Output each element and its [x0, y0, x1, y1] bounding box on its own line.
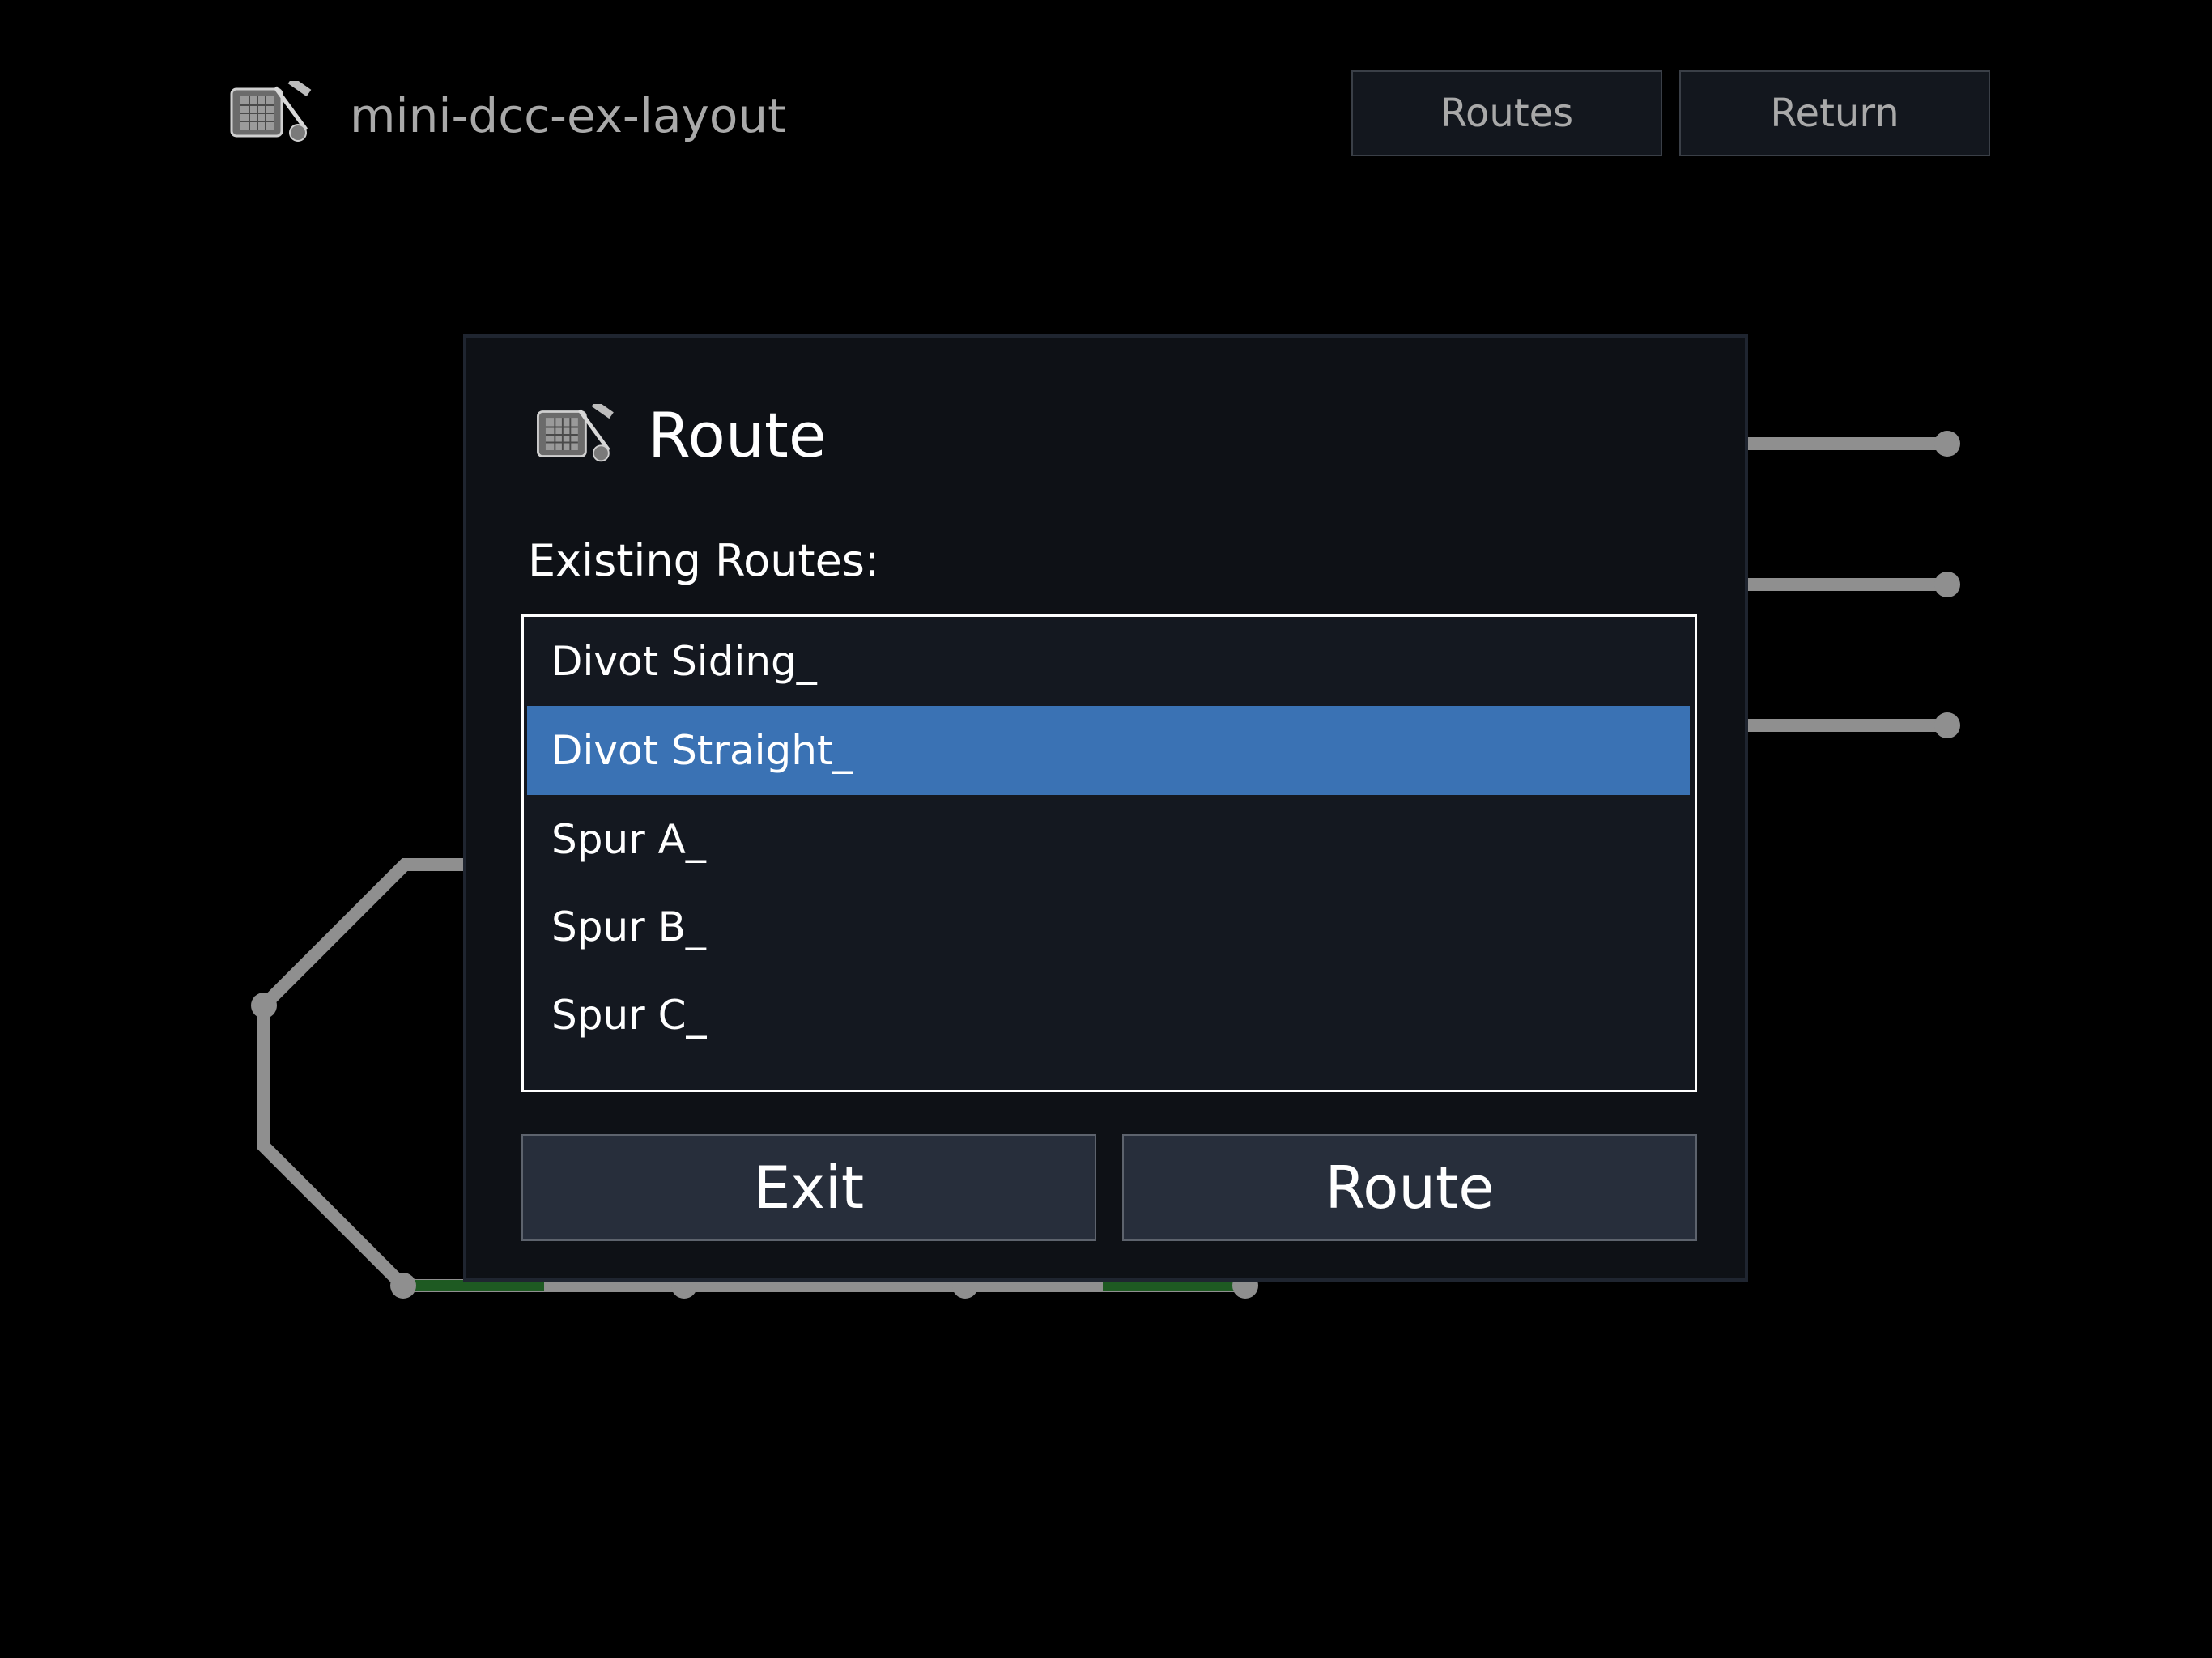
existing-routes-label: Existing Routes: — [528, 535, 880, 586]
app-logo-icon — [230, 81, 312, 142]
route-list-item-selected[interactable]: Divot Straight_ — [527, 706, 1690, 795]
app-screen: mini-dcc-ex-layout Routes Return Route E… — [0, 0, 2212, 1658]
routes-button[interactable]: Routes — [1351, 70, 1662, 156]
route-button[interactable]: Route — [1122, 1134, 1697, 1241]
dialog-logo-icon — [537, 404, 614, 462]
track-node — [1934, 572, 1960, 597]
route-list-item[interactable]: Spur C_ — [527, 971, 1690, 1060]
track-node — [1934, 431, 1960, 457]
track-node — [390, 1273, 416, 1299]
track-node — [1934, 712, 1960, 738]
route-dialog: Route Existing Routes: Divot Siding_ Div… — [463, 334, 1748, 1282]
exit-button[interactable]: Exit — [521, 1134, 1096, 1241]
route-list-item[interactable]: Spur A_ — [527, 795, 1690, 884]
track-node — [251, 993, 277, 1018]
routes-listbox[interactable]: Divot Siding_ Divot Straight_ Spur A_ Sp… — [521, 614, 1697, 1092]
return-button[interactable]: Return — [1679, 70, 1990, 156]
route-list-item[interactable]: Spur B_ — [527, 882, 1690, 971]
app-title: mini-dcc-ex-layout — [350, 88, 786, 143]
dialog-title: Route — [648, 399, 827, 471]
route-list-item[interactable]: Divot Siding_ — [527, 617, 1690, 706]
